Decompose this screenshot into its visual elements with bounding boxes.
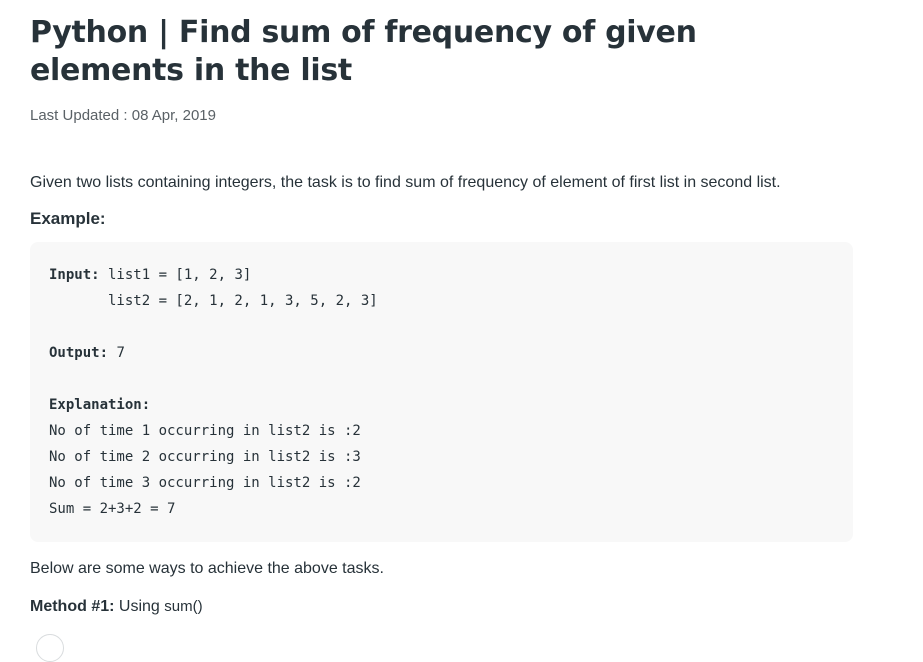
input-label: Input: [49,267,100,283]
code-explanation-line: No of time 1 occurring in list2 is :2 [49,423,361,439]
code-output-line: Output: 7 [49,344,125,362]
example-code-block: Input: list1 = [1, 2, 3] list2 = [2, 1, … [30,242,853,542]
method-1-heading: Method #1: Using sum() [30,596,203,618]
code-input-line-1: Input: list1 = [1, 2, 3] [49,266,251,284]
example-heading: Example: [30,209,106,228]
code-explanation-line: No of time 2 occurring in list2 is :3 [49,449,361,465]
output-value: 7 [108,345,125,361]
method-label: Method #1: [30,598,115,615]
last-updated: Last Updated : 08 Apr, 2019 [30,107,216,124]
code-explanation-label: Explanation: [49,397,151,413]
page-title: Python | Find sum of frequency of given … [30,15,697,88]
input-list1: list1 = [1, 2, 3] [99,267,252,283]
intro-paragraph: Given two lists containing integers, the… [30,174,781,191]
methods-intro: Below are some ways to achieve the above… [30,560,384,577]
partial-circle-icon [36,634,64,662]
method-text: Using [114,598,165,615]
output-label: Output: [49,345,109,361]
method-code: sum() [164,598,203,615]
code-explanation-line: Sum = 2+3+2 = 7 [49,501,176,517]
code-explanation-line: No of time 3 occurring in list2 is :2 [49,475,361,491]
code-input-line-2: list2 = [2, 1, 2, 1, 3, 5, 2, 3] [49,293,378,309]
